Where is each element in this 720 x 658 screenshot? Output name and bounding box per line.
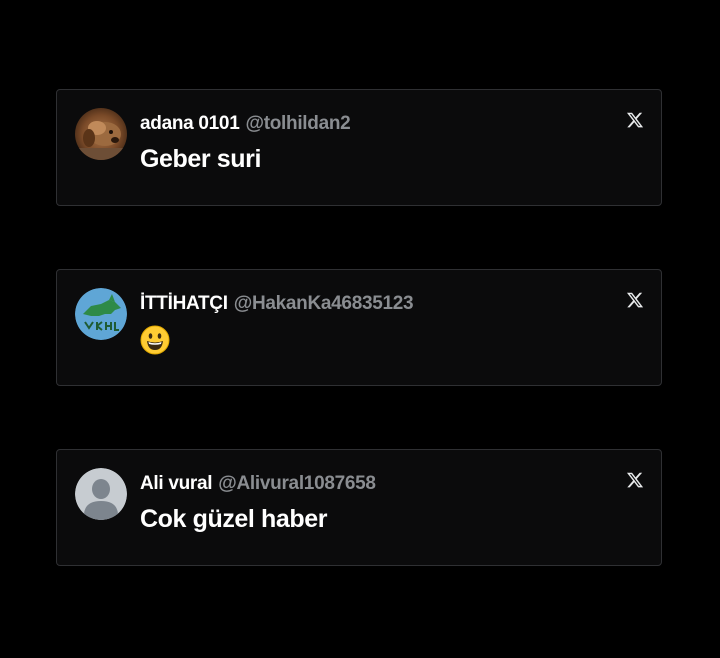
avatar[interactable] bbox=[75, 108, 127, 160]
post-text: 😀 bbox=[140, 324, 170, 355]
display-name[interactable]: Ali vural bbox=[140, 473, 213, 494]
grey-wolf-emblem-avatar-icon bbox=[75, 288, 127, 340]
x-logo-icon[interactable] bbox=[626, 111, 644, 129]
post-header: adana 0101 @tolhildan2 bbox=[140, 113, 351, 135]
post-text: Geber suri bbox=[140, 145, 262, 173]
user-handle[interactable]: @tolhildan2 bbox=[245, 113, 350, 134]
x-logo-icon[interactable] bbox=[626, 291, 644, 309]
display-name[interactable]: adana 0101 bbox=[140, 113, 240, 134]
avatar[interactable] bbox=[75, 468, 127, 520]
dog-photo-avatar-icon bbox=[75, 108, 127, 160]
default-profile-avatar-icon bbox=[75, 468, 127, 520]
user-handle[interactable]: @Alivural1087658 bbox=[218, 473, 376, 494]
user-handle[interactable]: @HakanKa46835123 bbox=[234, 293, 414, 314]
post-text: Cok güzel haber bbox=[140, 505, 328, 533]
post-card[interactable]: Ali vural @Alivural1087658 Cok güzel habe… bbox=[56, 449, 662, 566]
avatar[interactable] bbox=[75, 288, 127, 340]
x-logo-icon[interactable] bbox=[626, 471, 644, 489]
grinning-face-icon bbox=[140, 325, 170, 355]
post-header: Ali vural @Alivural1087658 bbox=[140, 473, 376, 495]
post-card[interactable]: İTTİHATÇI @HakanKa46835123 😀 bbox=[56, 269, 662, 386]
post-header: İTTİHATÇI @HakanKa46835123 bbox=[140, 293, 414, 315]
display-name[interactable]: İTTİHATÇI bbox=[140, 293, 228, 314]
post-card[interactable]: adana 0101 @tolhildan2 Geber suri bbox=[56, 89, 662, 206]
